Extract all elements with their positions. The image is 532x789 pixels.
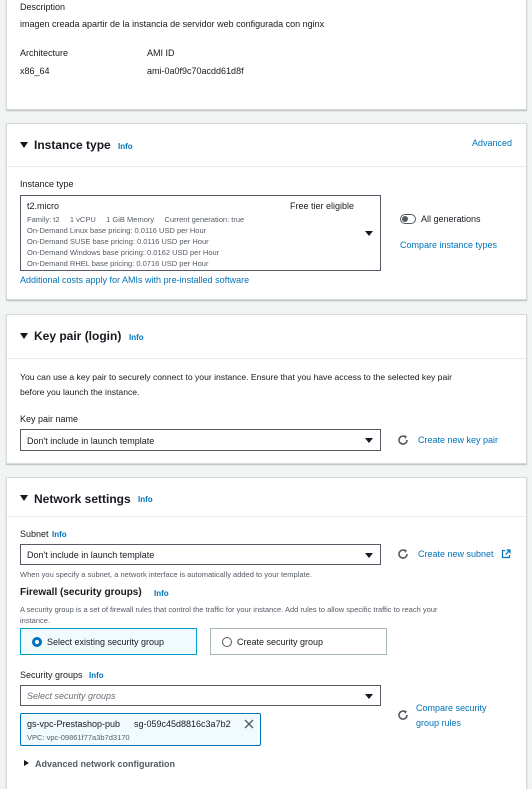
ami-id-label: AMI ID: [147, 48, 175, 58]
key-pair-panel: Key pair (login) Info You can use a key …: [6, 314, 527, 464]
pricing-rhel: On-Demand RHEL base pricing: 0.0716 USD …: [27, 258, 209, 268]
chevron-down-icon: [365, 438, 373, 443]
instance-specs: Family: t2 1 vCPU 1 GiB Memory Current g…: [27, 215, 245, 224]
key-pair-info-link[interactable]: Info: [129, 333, 144, 342]
instance-type-info-link[interactable]: Info: [118, 142, 133, 151]
chevron-down-icon: [365, 231, 373, 236]
panel-header-divider: [7, 166, 526, 167]
instance-type-field-label: Instance type: [20, 179, 74, 189]
firewall-info-link[interactable]: Info: [154, 589, 169, 598]
instance-type-select[interactable]: t2.micro Free tier eligible Family: t2 1…: [20, 195, 381, 271]
ami-description-label: Description: [20, 2, 66, 12]
create-sg-option[interactable]: Create security group: [210, 628, 387, 655]
firewall-title: Firewall (security groups): [20, 587, 142, 598]
pricing-suse: On-Demand SUSE base pricing: 0.0116 USD …: [27, 236, 209, 246]
chevron-down-icon: [365, 693, 373, 699]
architecture-value: x86_64: [20, 66, 50, 76]
caret-right-icon[interactable]: [24, 760, 29, 766]
key-pair-title: Key pair (login): [34, 329, 122, 343]
all-generations-label: All generations: [421, 214, 481, 224]
refresh-icon[interactable]: [397, 434, 409, 446]
security-groups-info-link[interactable]: Info: [89, 671, 104, 680]
pricing-windows: On-Demand Windows base pricing: 0.0162 U…: [27, 247, 220, 257]
network-settings-panel: Network settings Info Subnet Info Don't …: [6, 477, 527, 789]
additional-costs-link[interactable]: Additional costs apply for AMIs with pre…: [20, 275, 249, 285]
subnet-selected-value: Don't include in launch template: [27, 550, 155, 560]
key-pair-description-line2: before you launch the instance.: [20, 387, 140, 397]
security-groups-label: Security groups: [20, 670, 83, 680]
create-sg-label: Create security group: [237, 637, 324, 647]
ami-summary-panel: Description imagen creada apartir de la …: [6, 0, 527, 110]
create-key-pair-link[interactable]: Create new key pair: [418, 435, 498, 445]
collapse-caret-icon[interactable]: [20, 142, 28, 148]
subnet-label: Subnet: [20, 529, 49, 539]
radio-selected-icon: [32, 637, 42, 647]
security-groups-placeholder: Select security groups: [27, 691, 116, 701]
panel-header-divider: [7, 358, 526, 359]
firewall-description-line2: instance.: [20, 616, 51, 625]
architecture-label: Architecture: [20, 48, 69, 58]
panel-header-divider: [7, 516, 526, 517]
token-sg-id: sg-059c45d8816c3a7b2: [134, 719, 231, 729]
subnet-hint: When you specify a subnet, a network int…: [20, 570, 312, 579]
radio-unselected-icon: [222, 637, 232, 647]
key-pair-selected-value: Don't include in launch template: [27, 435, 155, 446]
instance-type-name: t2.micro: [27, 201, 60, 211]
create-subnet-link[interactable]: Create new subnet: [418, 549, 494, 559]
refresh-icon[interactable]: [397, 709, 409, 721]
token-sg-name: gs-vpc-Prestashop-pub: [27, 719, 121, 729]
pricing-linux: On-Demand Linux base pricing: 0.0116 USD…: [27, 225, 207, 235]
security-groups-select[interactable]: Select security groups: [20, 685, 381, 706]
key-pair-name-label: Key pair name: [20, 414, 79, 424]
firewall-description-line1: A security group is a set of firewall ru…: [20, 605, 438, 614]
instance-type-panel: Instance type Info Advanced Instance typ…: [6, 123, 527, 300]
ami-id-value: ami-0a0f9c70acdd61d8f: [147, 66, 244, 76]
compare-instance-types-link[interactable]: Compare instance types: [400, 240, 497, 250]
network-settings-title: Network settings: [34, 492, 131, 506]
collapse-caret-icon[interactable]: [20, 495, 28, 501]
security-group-token: gs-vpc-Prestashop-pub sg-059c45d8816c3a7…: [20, 713, 261, 746]
subnet-info-link[interactable]: Info: [52, 530, 67, 539]
refresh-icon[interactable]: [397, 548, 409, 560]
advanced-link[interactable]: Advanced: [472, 138, 512, 148]
advanced-network-config-toggle[interactable]: Advanced network configuration: [35, 759, 175, 769]
ami-description-value: imagen creada apartir de la instancia de…: [20, 19, 325, 29]
token-vpc-id: VPC: vpc-09861f77a3b7d3170: [27, 733, 130, 742]
all-generations-toggle[interactable]: [400, 214, 416, 224]
toggle-knob: [401, 215, 408, 222]
compare-sg-rules-link-line1[interactable]: Compare security: [416, 703, 487, 713]
instance-type-title: Instance type: [34, 138, 111, 152]
key-pair-description-line1: You can use a key pair to securely conne…: [20, 372, 453, 382]
select-existing-sg-option[interactable]: Select existing security group: [20, 628, 197, 655]
collapse-caret-icon[interactable]: [20, 333, 28, 339]
external-link-icon[interactable]: [501, 549, 511, 559]
subnet-select[interactable]: Don't include in launch template: [20, 544, 381, 565]
free-tier-badge: Free tier eligible: [290, 201, 355, 211]
close-icon[interactable]: [244, 719, 254, 729]
chevron-down-icon: [365, 552, 373, 558]
network-info-link[interactable]: Info: [138, 495, 153, 504]
key-pair-select[interactable]: Don't include in launch template: [20, 429, 381, 451]
select-existing-sg-label: Select existing security group: [47, 637, 165, 647]
compare-sg-rules-link-line2[interactable]: group rules: [416, 718, 461, 728]
